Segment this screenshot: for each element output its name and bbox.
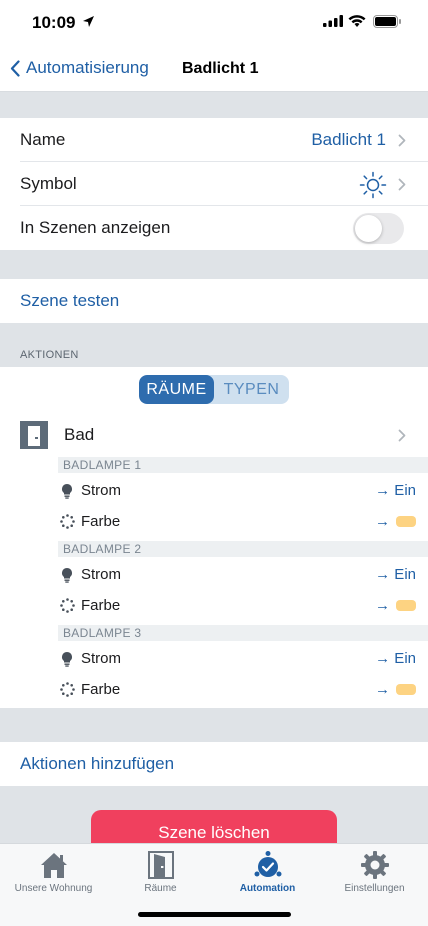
action-label: Farbe (81, 597, 121, 614)
action-label: Strom (81, 566, 122, 583)
action-row-power[interactable]: Strom → Ein (0, 476, 428, 506)
chevron-right-icon (398, 134, 406, 147)
tab-automation[interactable]: Automation (214, 850, 321, 898)
name-row[interactable]: Name Badlicht 1 (0, 118, 428, 162)
color-swatch (396, 600, 416, 611)
name-label: Name (20, 130, 66, 149)
segment-types[interactable]: TYPEN (214, 375, 289, 404)
color-swatch (396, 684, 416, 695)
house-icon (40, 853, 67, 878)
test-scene-button[interactable]: Szene testen (0, 279, 428, 323)
tab-home[interactable]: Unsere Wohnung (0, 850, 107, 898)
device-header: BADLAMPE 2 (58, 541, 428, 557)
page-title: Badlicht 1 (182, 60, 259, 77)
action-row-power[interactable]: Strom → Ein (0, 644, 428, 674)
sun-icon (359, 171, 387, 199)
color-swatch (396, 516, 416, 527)
action-value: → Ein (375, 482, 416, 499)
toggle-knob (355, 215, 382, 242)
action-label: Strom (81, 482, 122, 499)
tab-label: Einstellungen (344, 883, 405, 894)
action-value: → Ein (375, 650, 416, 667)
navigation-bar: Automatisierung Badlicht 1 (0, 48, 428, 92)
symbol-label: Symbol (20, 174, 77, 193)
wifi-icon (348, 15, 366, 27)
door-icon (20, 421, 48, 449)
door-icon (147, 851, 174, 879)
chevron-right-icon (398, 429, 406, 442)
gear-icon (360, 851, 389, 879)
name-value: Badlicht 1 (311, 130, 386, 149)
lightbulb-icon (62, 484, 72, 499)
tab-label: Räume (144, 883, 177, 894)
tab-settings[interactable]: Einstellungen (321, 850, 428, 898)
action-row-color[interactable]: Farbe → (0, 675, 428, 705)
action-value: → Ein (375, 566, 416, 583)
arrow-label: → (375, 681, 390, 698)
add-actions-button[interactable]: Aktionen hinzufügen (0, 742, 428, 786)
action-row-color[interactable]: Farbe → (0, 507, 428, 537)
test-scene-label: Szene testen (20, 291, 120, 310)
show-in-scenes-label: In Szenen anzeigen (20, 218, 171, 237)
battery-icon (373, 15, 401, 28)
test-scene-group: Szene testen (0, 279, 428, 323)
arrow-label: → (375, 597, 390, 614)
room-name: Bad (64, 425, 95, 444)
action-label: Farbe (81, 513, 121, 530)
color-wheel-icon (60, 514, 75, 529)
automation-check-icon (254, 851, 281, 877)
action-value: → (375, 597, 416, 614)
arrow-label: → (375, 513, 390, 530)
action-row-color[interactable]: Farbe → (0, 591, 428, 621)
show-in-scenes-toggle[interactable] (353, 213, 404, 244)
action-value: → (375, 513, 416, 530)
status-bar: 10:09 (0, 0, 428, 48)
rooms-types-segmented-control: RÄUME TYPEN (139, 375, 289, 404)
actions-section-header: AKTIONEN (20, 349, 79, 361)
action-label: Farbe (81, 681, 121, 698)
back-button-label: Automatisierung (26, 58, 149, 77)
action-value: → (375, 681, 416, 698)
room-row-bad[interactable]: Bad (0, 415, 428, 455)
chevron-left-icon (10, 59, 20, 77)
segment-rooms[interactable]: RÄUME (139, 375, 214, 404)
tab-label: Unsere Wohnung (14, 883, 93, 894)
color-wheel-icon (60, 598, 75, 613)
lightbulb-icon (62, 568, 72, 583)
add-actions-label: Aktionen hinzufügen (20, 754, 175, 773)
action-row-power[interactable]: Strom → Ein (0, 560, 428, 590)
action-label: Strom (81, 650, 122, 667)
device-header: BADLAMPE 3 (58, 625, 428, 641)
device-header: BADLAMPE 1 (58, 457, 428, 473)
chevron-right-icon (398, 178, 406, 191)
color-wheel-icon (60, 682, 75, 697)
add-actions-group: Aktionen hinzufügen (0, 742, 428, 786)
lightbulb-icon (62, 652, 72, 667)
symbol-row[interactable]: Symbol (0, 162, 428, 206)
location-arrow-icon (83, 16, 94, 27)
scene-settings-group: Name Badlicht 1 Symbol In Szenen anzeige… (0, 118, 428, 250)
tab-rooms[interactable]: Räume (107, 850, 214, 898)
back-button[interactable]: Automatisierung (10, 58, 149, 78)
home-indicator (138, 912, 291, 917)
status-time: 10:09 (32, 13, 76, 32)
show-in-scenes-row: In Szenen anzeigen (0, 206, 428, 250)
tab-label: Automation (239, 883, 296, 894)
cellular-signal-icon (323, 15, 343, 27)
